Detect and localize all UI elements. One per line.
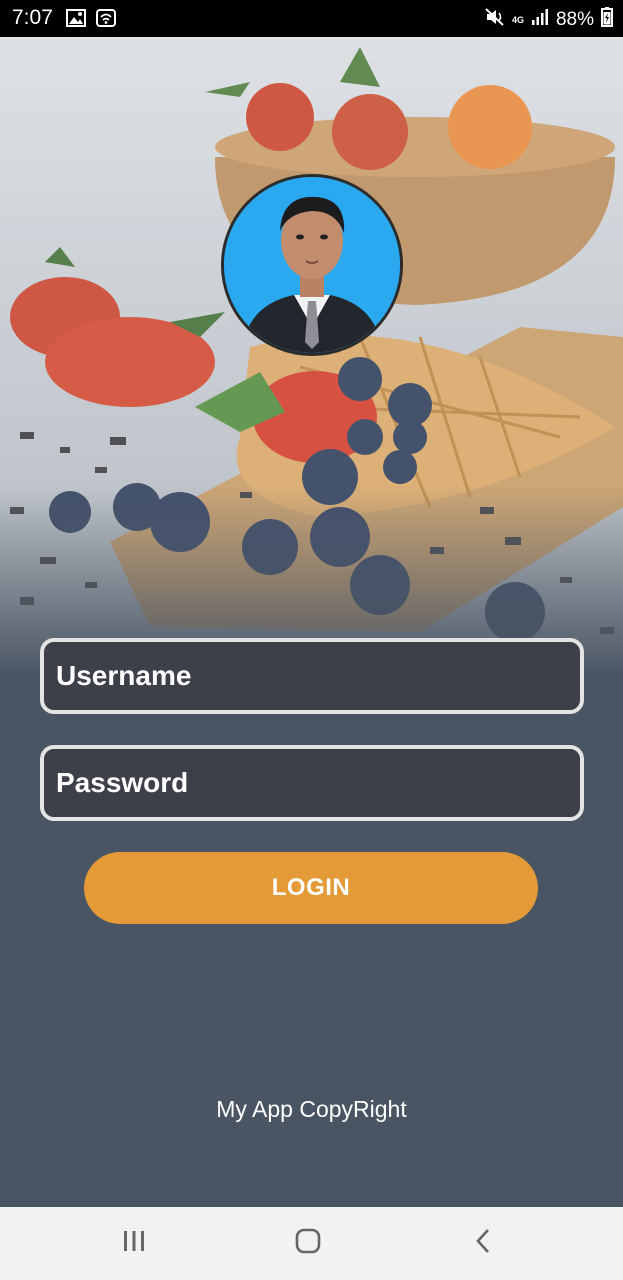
password-input[interactable]	[44, 749, 580, 817]
mute-icon	[485, 7, 505, 33]
gallery-icon	[66, 9, 86, 32]
home-button[interactable]	[258, 1207, 358, 1280]
back-icon	[473, 1227, 493, 1260]
recents-icon	[121, 1229, 147, 1258]
profile-avatar	[221, 174, 403, 356]
password-field-frame	[40, 745, 584, 821]
battery-icon	[601, 7, 613, 33]
network-type: 4G	[511, 14, 524, 25]
username-input[interactable]	[44, 642, 580, 710]
status-time: 7:07	[12, 6, 53, 29]
system-navigation-bar	[0, 1207, 623, 1280]
copyright-text: My App CopyRight	[216, 1096, 407, 1122]
username-field-frame	[40, 638, 584, 714]
status-bar: 7:07 4G 88%	[0, 0, 623, 37]
login-button[interactable]: LOGIN	[84, 852, 538, 924]
recents-button[interactable]	[84, 1207, 184, 1280]
back-button[interactable]	[433, 1207, 533, 1280]
background-food-image	[0, 37, 623, 677]
wifi-icon	[96, 9, 116, 32]
home-icon	[294, 1227, 322, 1260]
signal-icon	[531, 8, 549, 32]
battery-percentage: 88%	[555, 9, 594, 30]
